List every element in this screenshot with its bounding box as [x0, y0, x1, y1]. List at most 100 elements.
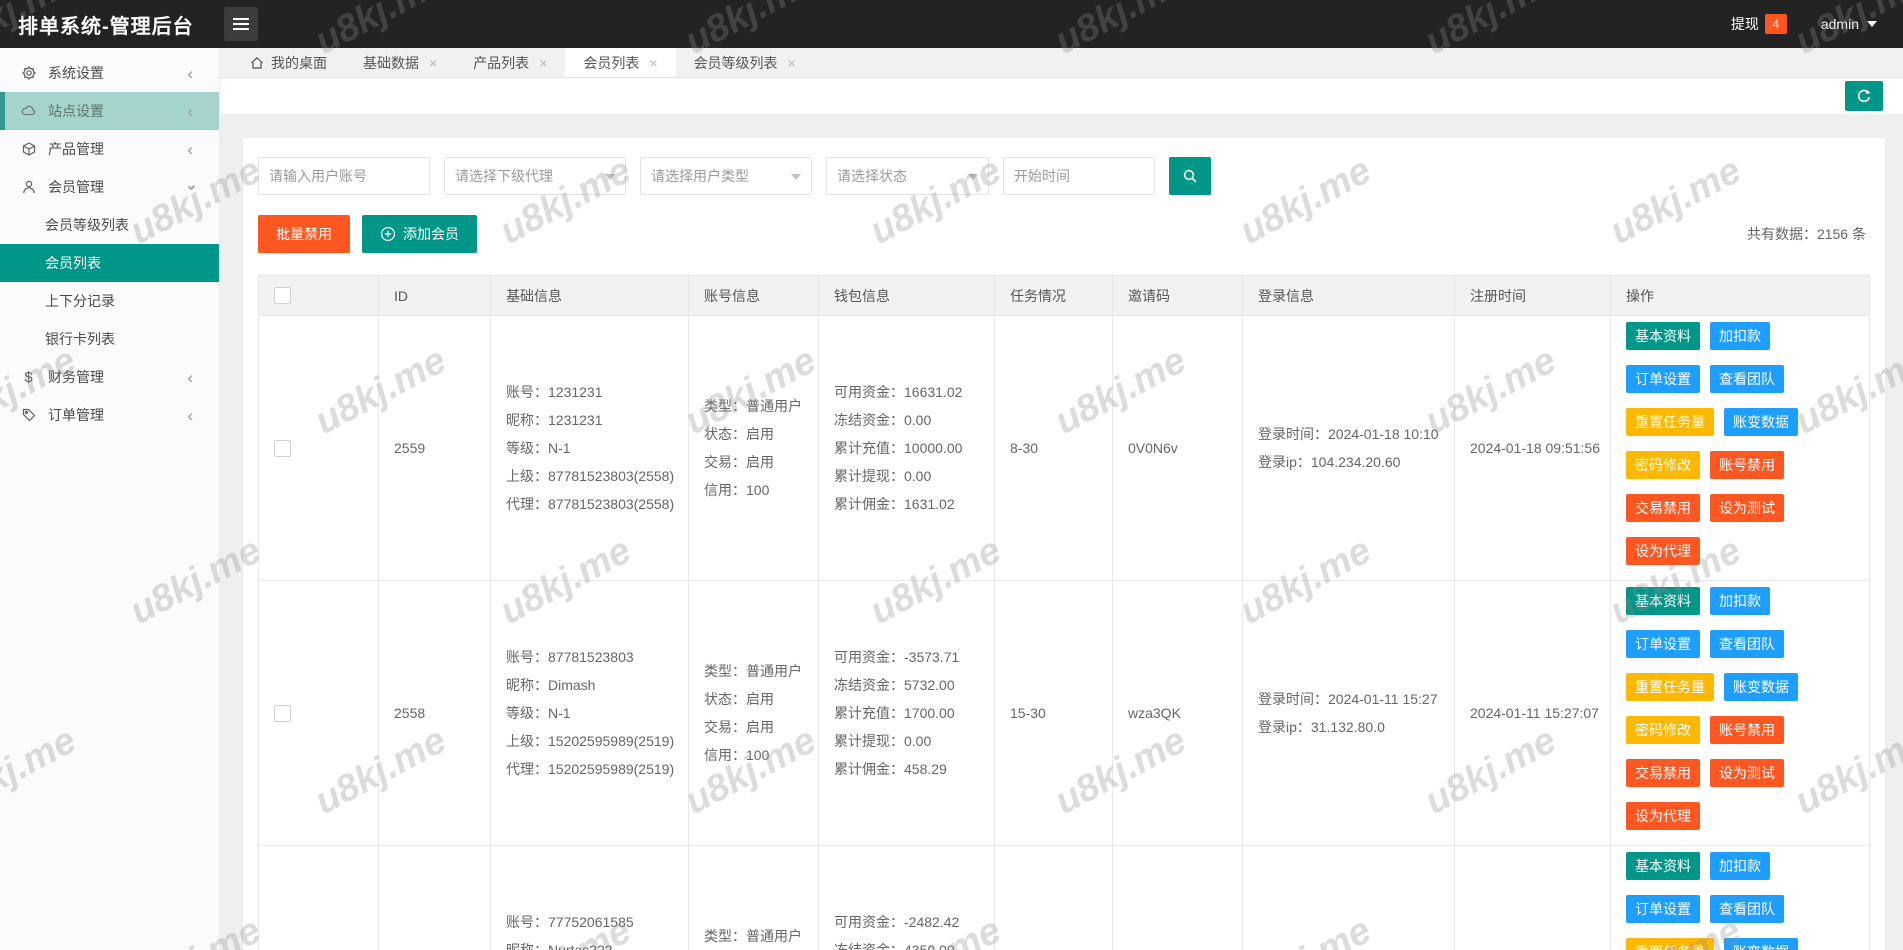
- sidebar-item-finance-management[interactable]: $ 财务管理 ‹: [0, 358, 219, 396]
- batch-disable-button[interactable]: 批量禁用: [258, 215, 350, 253]
- table-row: 2558 账号：87781523803 昵称：Dimash 等级：N-1 上级：…: [258, 580, 1870, 846]
- close-icon[interactable]: ×: [788, 55, 796, 71]
- tab-member-list[interactable]: 会员列表 ×: [565, 48, 676, 77]
- base-upline: 上级：15202595989(2519): [506, 733, 675, 749]
- login-time: 登录时间：2024-01-11 15:27: [1258, 691, 1438, 707]
- tab-member-level-list[interactable]: 会员等级列表 ×: [676, 48, 814, 77]
- account-info-cell: 类型：普通用户 状态：启用 交易：启用 信用：100: [688, 845, 819, 950]
- sidebar-item-points-record[interactable]: 上下分记录: [0, 282, 219, 320]
- sidebar-item-member-level-list[interactable]: 会员等级列表: [0, 206, 219, 244]
- chevron-left-icon: ‹: [187, 139, 193, 159]
- action-buttons: 基本资料加扣款订单设置查看团队重置任务量账变数据密码修改账号禁用交易禁用设为测试…: [1626, 846, 1869, 950]
- base-info-cell: 账号：87781523803 昵称：Dimash 等级：N-1 上级：15202…: [490, 580, 689, 846]
- total-count: 共有数据：2156 条: [1746, 226, 1866, 242]
- action-button[interactable]: 查看团队: [1710, 365, 1784, 393]
- action-button[interactable]: 基本资料: [1626, 322, 1700, 350]
- action-button[interactable]: 基本资料: [1626, 852, 1700, 880]
- search-button[interactable]: [1169, 157, 1211, 195]
- action-button[interactable]: 加扣款: [1710, 587, 1770, 615]
- content-card: 请选择下级代理 请选择用户类型 请选择状态 批量禁用: [243, 138, 1885, 950]
- tab-product-list[interactable]: 产品列表 ×: [455, 48, 565, 77]
- tab-basic-data[interactable]: 基础数据 ×: [345, 48, 455, 77]
- action-button[interactable]: 设为测试: [1710, 494, 1784, 522]
- row-checkbox[interactable]: [274, 704, 291, 722]
- column-header-invite-code: 邀请码: [1112, 275, 1243, 316]
- action-button[interactable]: 账号禁用: [1710, 451, 1784, 479]
- select-all-checkbox[interactable]: [274, 287, 291, 305]
- action-button[interactable]: 密码修改: [1626, 716, 1700, 744]
- sidebar-item-bank-card-list[interactable]: 银行卡列表: [0, 320, 219, 358]
- select-placeholder: 请选择状态: [837, 168, 907, 184]
- sidebar-item-product-management[interactable]: 产品管理 ‹: [0, 130, 219, 168]
- base-agent: 代理：87781523803(2558): [506, 496, 675, 512]
- action-button[interactable]: 重置任务量: [1626, 408, 1714, 436]
- action-button[interactable]: 查看团队: [1710, 895, 1784, 923]
- sidebar-item-order-management[interactable]: 订单管理 ‹: [0, 396, 219, 434]
- sidebar-item-member-list[interactable]: 会员列表: [0, 244, 219, 282]
- wallet-available: 可用资金：-2482.42: [834, 914, 960, 930]
- sidebar-item-system-settings[interactable]: 系统设置 ‹: [0, 54, 219, 92]
- wallet-commission: 累计佣金：458.29: [834, 761, 947, 777]
- account-trade: 交易：启用: [704, 719, 774, 735]
- action-button[interactable]: 密码修改: [1626, 451, 1700, 479]
- menu-toggle-button[interactable]: [223, 7, 258, 41]
- action-button[interactable]: 订单设置: [1626, 365, 1700, 393]
- action-button[interactable]: 重置任务量: [1626, 673, 1714, 701]
- action-button[interactable]: 订单设置: [1626, 630, 1700, 658]
- action-button[interactable]: 重置任务量: [1626, 938, 1714, 950]
- sidebar-item-site-settings[interactable]: 站点设置 ‹: [0, 92, 219, 130]
- action-button[interactable]: 订单设置: [1626, 895, 1700, 923]
- gear-icon: [20, 65, 37, 82]
- close-icon[interactable]: ×: [539, 55, 547, 71]
- start-time-input[interactable]: [1003, 157, 1155, 195]
- action-button[interactable]: 账变数据: [1724, 408, 1798, 436]
- tab-my-desktop[interactable]: 我的桌面: [232, 48, 345, 77]
- column-header-account-info: 账号信息: [688, 275, 819, 316]
- member-id: 2558: [378, 580, 491, 846]
- agent-select[interactable]: 请选择下级代理: [444, 157, 626, 195]
- status-select[interactable]: 请选择状态: [826, 157, 989, 195]
- wallet-info-cell: 可用资金：16631.02 冻结资金：0.00 累计充值：10000.00 累计…: [818, 315, 995, 581]
- close-icon[interactable]: ×: [429, 55, 437, 71]
- action-button[interactable]: 交易禁用: [1626, 759, 1700, 787]
- account-search-input[interactable]: [258, 157, 430, 195]
- refresh-button[interactable]: [1845, 81, 1883, 111]
- wallet-recharge: 累计充值：10000.00: [834, 440, 963, 456]
- withdraw-menu-item[interactable]: 提现 4: [1731, 14, 1787, 34]
- sidebar-item-member-management[interactable]: 会员管理 ‹: [0, 168, 219, 206]
- action-button[interactable]: 加扣款: [1710, 322, 1770, 350]
- caret-down-icon: [791, 174, 801, 180]
- user-type-select[interactable]: 请选择用户类型: [640, 157, 812, 195]
- action-button[interactable]: 设为代理: [1626, 537, 1700, 565]
- action-button[interactable]: 查看团队: [1710, 630, 1784, 658]
- sidebar-item-label: 产品管理: [48, 141, 104, 157]
- operations-cell: 基本资料加扣款订单设置查看团队重置任务量账变数据密码修改账号禁用交易禁用设为测试…: [1610, 845, 1870, 950]
- tab-label: 基础数据: [363, 54, 419, 71]
- action-button[interactable]: 设为代理: [1626, 802, 1700, 830]
- table-body: 2559 账号：1231231 昵称：1231231 等级：N-1 上级：877…: [258, 315, 1870, 950]
- action-button[interactable]: 交易禁用: [1626, 494, 1700, 522]
- row-checkbox[interactable]: [274, 439, 291, 457]
- add-member-button[interactable]: 添加会员: [362, 215, 477, 253]
- account-type: 类型：普通用户: [704, 928, 802, 944]
- cube-icon: [20, 141, 37, 158]
- add-member-label: 添加会员: [403, 226, 459, 242]
- action-button[interactable]: 基本资料: [1626, 587, 1700, 615]
- chevron-left-icon: ‹: [187, 63, 193, 83]
- member-table: ID 基础信息 账号信息 钱包信息 任务情况 邀请码 登录信息 注册时间 操作 …: [258, 275, 1870, 950]
- action-button[interactable]: 账变数据: [1724, 673, 1798, 701]
- withdraw-label: 提现: [1730, 16, 1759, 32]
- action-button[interactable]: 加扣款: [1710, 852, 1770, 880]
- action-button[interactable]: 账号禁用: [1710, 716, 1784, 744]
- member-id: 2557: [378, 845, 491, 950]
- close-icon[interactable]: ×: [649, 55, 657, 71]
- action-button[interactable]: 设为测试: [1710, 759, 1784, 787]
- base-account: 账号：87781523803: [506, 649, 634, 665]
- account-credit: 信用：100: [704, 747, 770, 763]
- dollar-icon: $: [24, 368, 33, 386]
- user-menu[interactable]: admin: [1821, 16, 1877, 32]
- cloud-icon: [20, 103, 37, 120]
- chevron-left-icon: ‹: [187, 367, 193, 387]
- action-button[interactable]: 账变数据: [1724, 938, 1798, 950]
- hamburger-icon: [232, 18, 249, 30]
